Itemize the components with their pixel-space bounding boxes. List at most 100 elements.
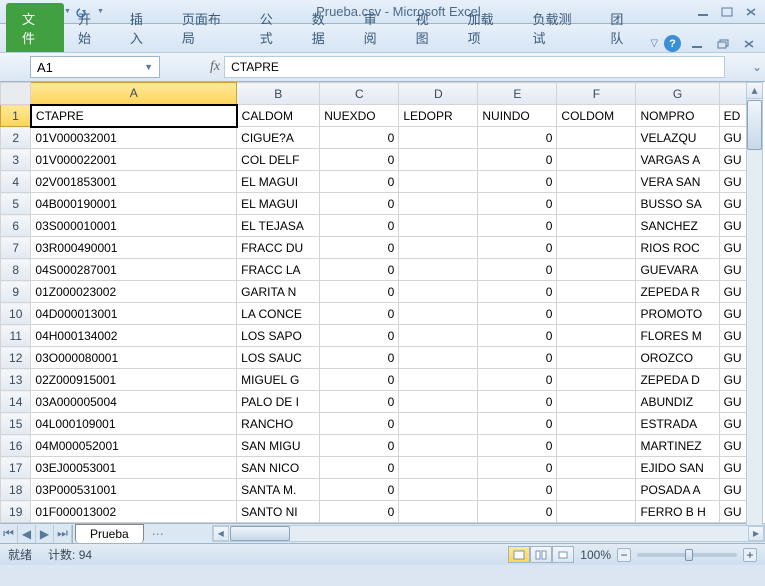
cell-G10[interactable]: PROMOTO (636, 303, 719, 325)
cell-H14[interactable]: GU (719, 391, 747, 413)
view-page-layout-icon[interactable] (530, 546, 552, 563)
col-header-B[interactable]: B (237, 83, 320, 105)
maximize-button[interactable] (717, 4, 737, 20)
cell-B13[interactable]: MIGUEL G (237, 369, 320, 391)
cell-B3[interactable]: COL DELF (237, 149, 320, 171)
cell-H7[interactable]: GU (719, 237, 747, 259)
col-header-E[interactable]: E (478, 83, 557, 105)
sheet-nav-prev-icon[interactable]: ◀ (18, 525, 36, 543)
cell-E8[interactable]: 0 (478, 259, 557, 281)
row-header-18[interactable]: 18 (1, 479, 31, 501)
ribbon-tab-home[interactable]: 开始 (66, 4, 116, 52)
sheet-nav-last-icon[interactable]: ⏭ (54, 525, 72, 543)
cell-B12[interactable]: LOS SAUC (237, 347, 320, 369)
cell-H4[interactable]: GU (719, 171, 747, 193)
cell-A14[interactable]: 03A000005004 (31, 391, 237, 413)
cell-E19[interactable]: 0 (478, 501, 557, 523)
row-header-14[interactable]: 14 (1, 391, 31, 413)
cell-G12[interactable]: OROZCO (636, 347, 719, 369)
cell-C15[interactable]: 0 (320, 413, 399, 435)
cell-C16[interactable]: 0 (320, 435, 399, 457)
scroll-thumb-vertical[interactable] (747, 100, 762, 150)
cell-H6[interactable]: GU (719, 215, 747, 237)
cell-E6[interactable]: 0 (478, 215, 557, 237)
cell-F10[interactable] (557, 303, 636, 325)
cell-C12[interactable]: 0 (320, 347, 399, 369)
cell-D17[interactable] (399, 457, 478, 479)
cell-D2[interactable] (399, 127, 478, 149)
cell-D7[interactable] (399, 237, 478, 259)
cell-H3[interactable]: GU (719, 149, 747, 171)
zoom-slider[interactable] (637, 553, 737, 557)
cell-A3[interactable]: 01V000022001 (31, 149, 237, 171)
cell-H5[interactable]: GU (719, 193, 747, 215)
cell-H9[interactable]: GU (719, 281, 747, 303)
cell-A11[interactable]: 04H000134002 (31, 325, 237, 347)
cell-B4[interactable]: EL MAGUI (237, 171, 320, 193)
scroll-thumb-horizontal[interactable] (230, 526, 290, 541)
cell-B15[interactable]: RANCHO (237, 413, 320, 435)
cell-D3[interactable] (399, 149, 478, 171)
sheet-tab-active[interactable]: Prueba (75, 524, 144, 543)
cell-B2[interactable]: CIGUE?A (237, 127, 320, 149)
cell-E4[interactable]: 0 (478, 171, 557, 193)
cell-B9[interactable]: GARITA N (237, 281, 320, 303)
workbook-close-button[interactable] (739, 36, 759, 52)
cell-A2[interactable]: 01V000032001 (31, 127, 237, 149)
formula-bar-expand-icon[interactable]: ⌄ (749, 60, 765, 74)
cell-F18[interactable] (557, 479, 636, 501)
cell-D18[interactable] (399, 479, 478, 501)
col-header-D[interactable]: D (399, 83, 478, 105)
ribbon-tab-layout[interactable]: 页面布局 (170, 4, 246, 52)
col-header-partial[interactable] (719, 83, 747, 105)
cell-F1[interactable]: COLDOM (557, 105, 636, 127)
ribbon-tab-data[interactable]: 数据 (300, 4, 350, 52)
cell-B5[interactable]: EL MAGUI (237, 193, 320, 215)
row-header-2[interactable]: 2 (1, 127, 31, 149)
cell-H10[interactable]: GU (719, 303, 747, 325)
cell-B16[interactable]: SAN MIGU (237, 435, 320, 457)
cell-E7[interactable]: 0 (478, 237, 557, 259)
cell-E14[interactable]: 0 (478, 391, 557, 413)
cell-A1[interactable]: CTAPRE (31, 105, 237, 127)
cell-H19[interactable]: GU (719, 501, 747, 523)
minimize-button[interactable] (693, 4, 713, 20)
cell-B14[interactable]: PALO DE I (237, 391, 320, 413)
select-all-corner[interactable] (1, 83, 31, 105)
cell-G7[interactable]: RIOS ROC (636, 237, 719, 259)
view-normal-icon[interactable] (508, 546, 530, 563)
cell-F13[interactable] (557, 369, 636, 391)
cell-B17[interactable]: SAN NICO (237, 457, 320, 479)
cell-B8[interactable]: FRACC LA (237, 259, 320, 281)
ribbon-tab-insert[interactable]: 插入 (118, 4, 168, 52)
cell-C7[interactable]: 0 (320, 237, 399, 259)
cell-D13[interactable] (399, 369, 478, 391)
cell-G1[interactable]: NOMPRO (636, 105, 719, 127)
cell-G5[interactable]: BUSSO SA (636, 193, 719, 215)
cell-H15[interactable]: GU (719, 413, 747, 435)
ribbon-tab-team[interactable]: 团队 (598, 4, 648, 52)
horizontal-scrollbar[interactable]: ◂ ▸ (212, 525, 765, 542)
cell-A12[interactable]: 03O000080001 (31, 347, 237, 369)
cell-D5[interactable] (399, 193, 478, 215)
cell-A17[interactable]: 03EJ00053001 (31, 457, 237, 479)
cell-C6[interactable]: 0 (320, 215, 399, 237)
cell-F4[interactable] (557, 171, 636, 193)
cell-D15[interactable] (399, 413, 478, 435)
cell-E13[interactable]: 0 (478, 369, 557, 391)
cell-E9[interactable]: 0 (478, 281, 557, 303)
cell-B1[interactable]: CALDOM (237, 105, 320, 127)
cell-C9[interactable]: 0 (320, 281, 399, 303)
cell-E2[interactable]: 0 (478, 127, 557, 149)
cell-F8[interactable] (557, 259, 636, 281)
cell-A18[interactable]: 03P000531001 (31, 479, 237, 501)
row-header-19[interactable]: 19 (1, 501, 31, 523)
row-header-15[interactable]: 15 (1, 413, 31, 435)
row-header-6[interactable]: 6 (1, 215, 31, 237)
row-header-16[interactable]: 16 (1, 435, 31, 457)
cell-F2[interactable] (557, 127, 636, 149)
cell-B11[interactable]: LOS SAPO (237, 325, 320, 347)
cell-F7[interactable] (557, 237, 636, 259)
scroll-up-icon[interactable]: ▴ (747, 83, 762, 99)
cell-C18[interactable]: 0 (320, 479, 399, 501)
